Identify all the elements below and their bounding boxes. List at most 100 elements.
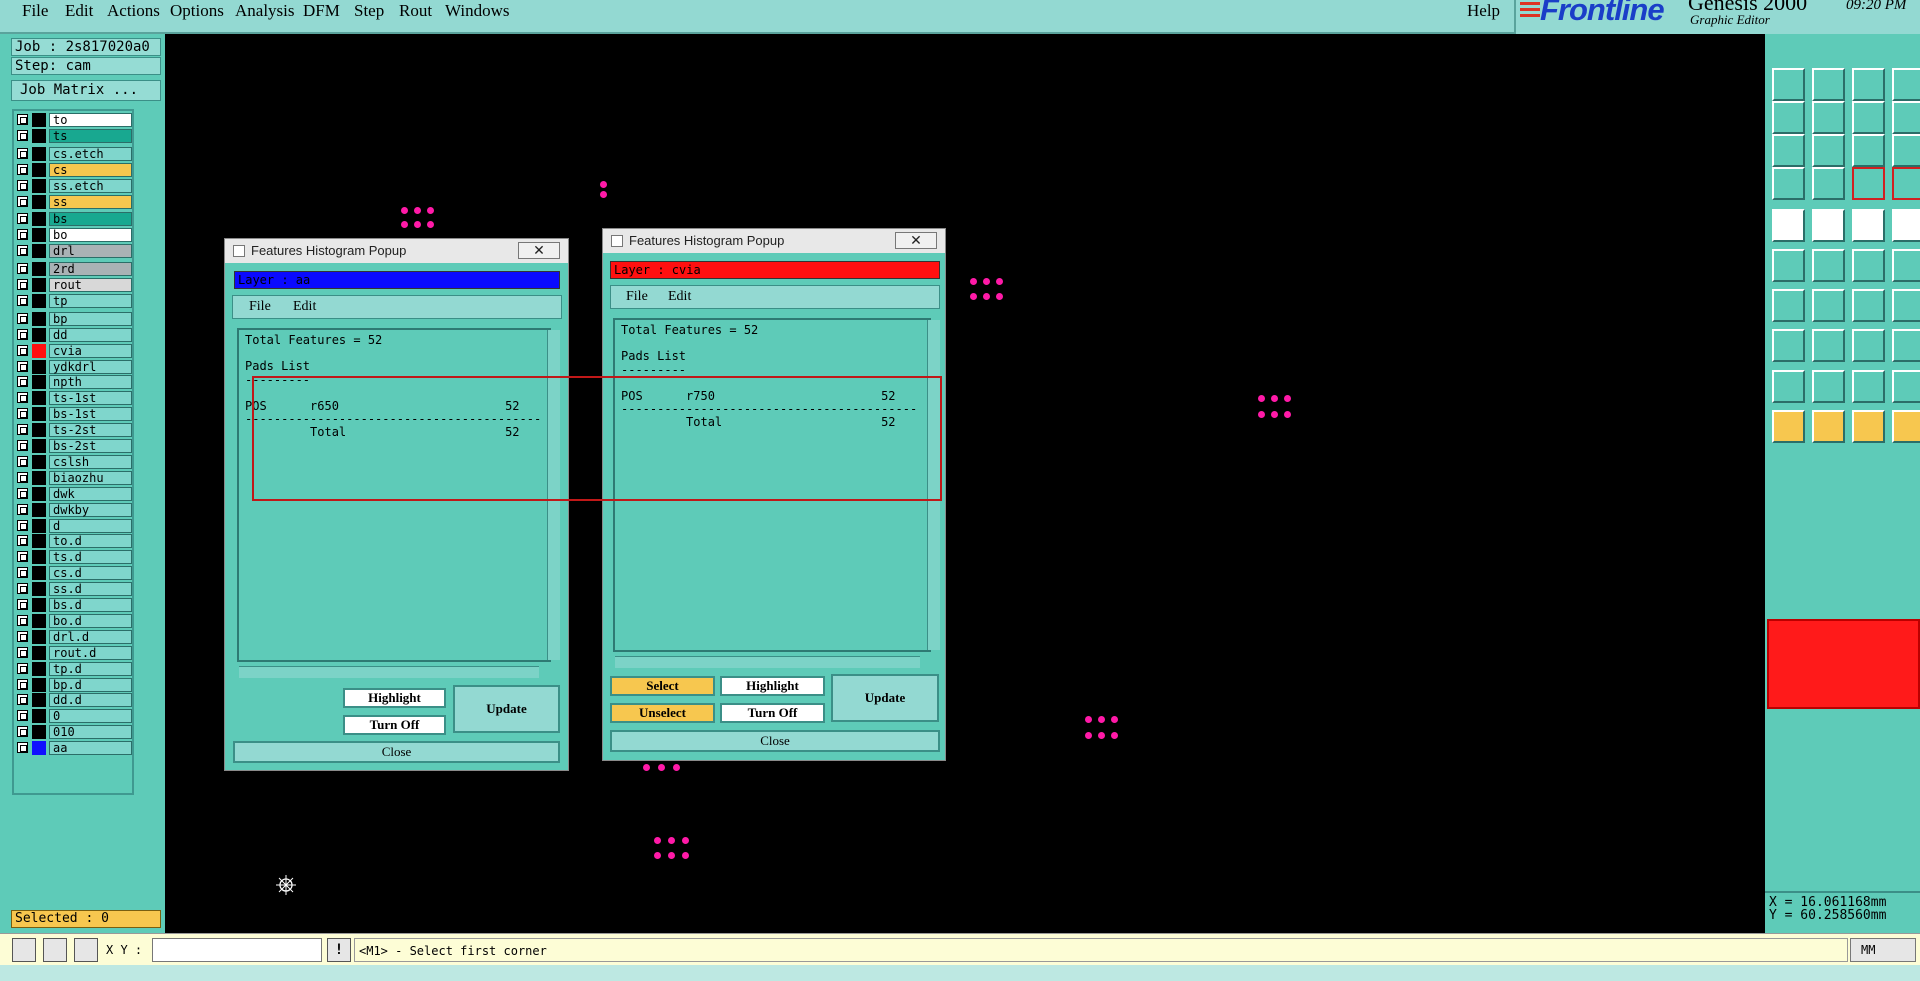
- layer-checkbox[interactable]: [17, 678, 28, 690]
- layer-row-bo[interactable]: bo: [14, 228, 134, 243]
- layer-name[interactable]: bs: [49, 212, 132, 227]
- layer-checkbox[interactable]: [17, 567, 28, 579]
- turn-off-button[interactable]: Turn Off: [720, 703, 825, 723]
- layer-checkbox[interactable]: [17, 245, 28, 257]
- close-button[interactable]: Close: [610, 730, 940, 752]
- layer-checkbox[interactable]: [17, 179, 28, 191]
- layer-row-to[interactable]: to: [14, 113, 134, 128]
- layer-color-swatch[interactable]: [32, 645, 46, 660]
- layer-name[interactable]: bp.d: [49, 677, 132, 692]
- layer-color-swatch[interactable]: [32, 178, 46, 193]
- tool-zoom-icon-r7[interactable]: [1852, 329, 1885, 362]
- menu-analysis[interactable]: Analysis: [235, 1, 295, 21]
- layer-row-biaozhu[interactable]: biaozhu: [14, 470, 134, 486]
- tool-select-icon-r2[interactable]: [1772, 134, 1805, 167]
- layer-checkbox[interactable]: [17, 440, 28, 451]
- layer-row-tp.d[interactable]: tp.d: [14, 661, 134, 677]
- layer-checkbox[interactable]: [17, 662, 28, 674]
- layer-checkbox[interactable]: [17, 147, 28, 159]
- layer-name[interactable]: bp: [49, 311, 132, 326]
- layer-color-swatch[interactable]: [32, 128, 46, 143]
- layer-row-bs-2st[interactable]: bs-2st: [14, 439, 134, 454]
- layer-name[interactable]: cslsh: [49, 454, 132, 469]
- layer-checkbox[interactable]: [17, 599, 28, 610]
- tool-zoom-icon-r1[interactable]: [1852, 101, 1885, 134]
- layer-checkbox[interactable]: [17, 487, 28, 499]
- layer-row-010[interactable]: 010: [14, 725, 134, 740]
- layer-checkbox[interactable]: [17, 726, 28, 738]
- layer-checkbox[interactable]: [17, 213, 28, 225]
- layer-name[interactable]: tp: [49, 293, 132, 308]
- layer-name[interactable]: rout: [49, 278, 132, 292]
- layer-color-swatch[interactable]: [32, 629, 46, 644]
- layer-color-swatch[interactable]: [32, 502, 46, 517]
- tool-misc-icon-r5[interactable]: [1892, 249, 1920, 282]
- tool-misc-icon-r9[interactable]: [1892, 410, 1920, 443]
- tool-zoom-icon-r8[interactable]: [1852, 370, 1885, 403]
- layer-color-swatch[interactable]: [32, 534, 46, 549]
- layer-checkbox[interactable]: [17, 455, 28, 467]
- layer-row-cs.etch[interactable]: cs.etch: [14, 146, 134, 162]
- layer-row-ts[interactable]: ts: [14, 128, 134, 144]
- layer-checkbox[interactable]: [17, 195, 28, 207]
- tool-move-icon-r6[interactable]: [1812, 289, 1845, 322]
- layer-color-swatch[interactable]: [32, 391, 46, 406]
- layer-row-dwk[interactable]: dwk: [14, 486, 134, 502]
- layer-checkbox[interactable]: [17, 328, 28, 340]
- layer-color-swatch[interactable]: [32, 661, 46, 676]
- job-matrix-button[interactable]: Job Matrix ...: [11, 80, 161, 101]
- layer-checkbox[interactable]: [17, 360, 28, 372]
- layer-row-rout.d[interactable]: rout.d: [14, 645, 134, 661]
- layer-color-swatch[interactable]: [32, 244, 46, 259]
- layer-row-bs-1st[interactable]: bs-1st: [14, 407, 134, 422]
- layer-name[interactable]: ts.d: [49, 550, 132, 565]
- layer-name[interactable]: bo: [49, 228, 132, 243]
- layer-row-aa[interactable]: aa: [14, 741, 134, 756]
- layer-name[interactable]: 0: [49, 709, 132, 724]
- tool-move-icon-r0[interactable]: [1812, 68, 1845, 101]
- layer-checkbox[interactable]: [17, 424, 28, 436]
- layer-name[interactable]: cvia: [49, 343, 132, 358]
- tool-select-icon-r3[interactable]: [1772, 167, 1805, 200]
- layer-color-swatch[interactable]: [32, 262, 46, 277]
- turn-off-button[interactable]: Turn Off: [343, 715, 446, 735]
- tool-zoom-icon-r2[interactable]: [1852, 134, 1885, 167]
- popup-titlebar[interactable]: Features Histogram Popup ✕: [225, 239, 568, 263]
- layer-checkbox[interactable]: [17, 551, 28, 563]
- tool-misc-icon-r6[interactable]: [1892, 289, 1920, 322]
- layer-name[interactable]: ydkdrl: [49, 359, 132, 374]
- layer-checkbox[interactable]: [17, 392, 28, 404]
- layer-name[interactable]: 2rd: [49, 262, 132, 277]
- highlight-button[interactable]: Highlight: [343, 688, 446, 708]
- layer-name[interactable]: ts: [49, 128, 132, 143]
- layer-row-ss.d[interactable]: ss.d: [14, 582, 134, 597]
- layer-name[interactable]: ts-1st: [49, 391, 132, 406]
- tool-select-icon-r8[interactable]: [1772, 370, 1805, 403]
- alert-button[interactable]: !: [327, 938, 351, 962]
- layer-color-swatch[interactable]: [32, 113, 46, 127]
- layer-color-swatch[interactable]: [32, 311, 46, 326]
- layer-name[interactable]: cs.etch: [49, 146, 132, 161]
- tool-misc-icon-r8[interactable]: [1892, 370, 1920, 403]
- menu-help[interactable]: Help: [1467, 1, 1500, 21]
- layer-checkbox[interactable]: [17, 503, 28, 515]
- tool-move-icon-r8[interactable]: [1812, 370, 1845, 403]
- layer-name[interactable]: bs-2st: [49, 439, 132, 453]
- layer-row-ss.etch[interactable]: ss.etch: [14, 178, 134, 194]
- update-button[interactable]: Update: [831, 674, 939, 722]
- menu-actions[interactable]: Actions: [107, 1, 160, 21]
- layer-name[interactable]: dwk: [49, 486, 132, 501]
- layer-color-swatch[interactable]: [32, 162, 46, 177]
- select-button[interactable]: Select: [610, 676, 715, 696]
- unselect-button[interactable]: Unselect: [610, 703, 715, 723]
- layer-row-cs.d[interactable]: cs.d: [14, 566, 134, 581]
- layer-color-swatch[interactable]: [32, 293, 46, 308]
- layer-checkbox[interactable]: [17, 376, 28, 388]
- layer-checkbox[interactable]: [17, 163, 28, 175]
- layer-color-swatch[interactable]: [32, 613, 46, 628]
- tool-zoom-icon-r5[interactable]: [1852, 249, 1885, 282]
- layer-name[interactable]: biaozhu: [49, 470, 132, 485]
- popup-menu-file[interactable]: File: [249, 299, 271, 315]
- layer-row-ydkdrl[interactable]: ydkdrl: [14, 359, 134, 375]
- layer-name[interactable]: drl.d: [49, 629, 132, 644]
